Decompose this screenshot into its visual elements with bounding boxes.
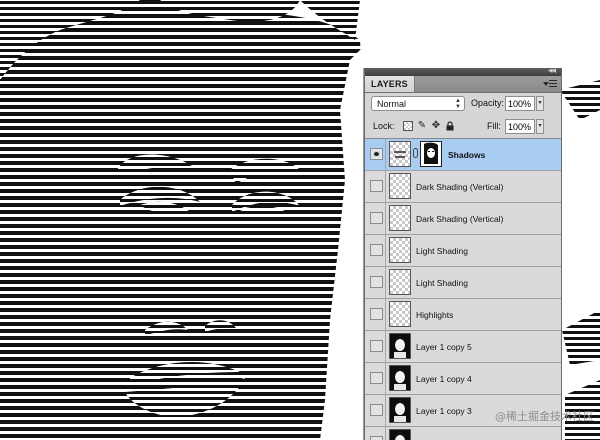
visibility-eye-icon[interactable] <box>370 308 383 320</box>
tab-layers[interactable]: LAYERS <box>365 76 415 92</box>
layer-thumbnail[interactable] <box>389 365 411 391</box>
lock-label: Lock: <box>373 121 395 131</box>
layer-thumbnail[interactable] <box>389 397 411 423</box>
layer-name: Light Shading <box>416 278 468 288</box>
blend-mode-value: Normal <box>377 99 407 109</box>
visibility-eye-icon[interactable] <box>370 212 383 224</box>
opacity-slider-toggle[interactable]: ▾ <box>536 96 544 111</box>
layer-row[interactable]: Light Shading <box>365 235 561 267</box>
layer-thumbnail[interactable] <box>389 269 411 295</box>
row-divider <box>385 203 386 235</box>
lock-all-icon[interactable] <box>445 121 455 131</box>
layer-row[interactable]: Shadows <box>365 139 561 171</box>
panel-tab-bar: LAYERS <box>365 76 561 93</box>
layer-thumbnail[interactable] <box>389 301 411 327</box>
layer-row[interactable]: Dark Shading (Vertical) <box>365 171 561 203</box>
row-divider <box>385 331 386 363</box>
collapse-icon[interactable]: ◂◂ <box>548 68 556 76</box>
blend-mode-select[interactable]: Normal ▲ ▼ <box>371 96 465 111</box>
row-divider <box>385 171 386 203</box>
visibility-eye-icon[interactable] <box>370 436 383 440</box>
select-arrows-icon: ▲ ▼ <box>455 98 461 110</box>
layer-name: Layer 1 copy 2 <box>416 427 472 440</box>
visibility-eye-icon[interactable] <box>370 244 383 256</box>
layer-mask-thumbnail[interactable] <box>420 141 442 167</box>
layer-row[interactable]: Dark Shading (Vertical) <box>365 203 561 235</box>
layer-row[interactable]: Layer 1 copy 4 <box>365 363 561 395</box>
visibility-eye-icon[interactable] <box>370 148 383 160</box>
lock-row: Lock: ✎ ✥ Fill: 100% ▾ <box>365 116 561 139</box>
row-divider <box>385 235 386 267</box>
layer-thumbnail[interactable] <box>389 141 411 167</box>
layer-thumbnail[interactable] <box>389 429 411 440</box>
layer-name: Layer 1 copy 3 <box>416 406 472 416</box>
visibility-eye-icon[interactable] <box>370 404 383 416</box>
fill-label: Fill: <box>487 121 501 131</box>
opacity-label: Opacity: <box>471 98 505 108</box>
layer-name: Dark Shading (Vertical) <box>416 182 504 192</box>
row-divider <box>385 395 386 427</box>
layer-thumbnail[interactable] <box>389 205 411 231</box>
visibility-eye-icon[interactable] <box>370 372 383 384</box>
panel-menu-icon[interactable] <box>543 79 557 89</box>
layer-name: Light Shading <box>416 246 468 256</box>
visibility-eye-icon[interactable] <box>370 276 383 288</box>
layer-row[interactable]: Light Shading <box>365 267 561 299</box>
fill-input[interactable]: 100% <box>505 119 535 134</box>
row-divider <box>385 299 386 331</box>
layer-thumbnail[interactable] <box>389 173 411 199</box>
opacity-input[interactable]: 100% <box>505 96 535 111</box>
layer-name: Highlights <box>416 310 454 320</box>
watermark-text: @稀土掘金技术社区 <box>495 410 594 423</box>
row-divider <box>385 139 386 171</box>
lock-transparent-icon[interactable] <box>403 121 413 131</box>
layer-thumbnail[interactable] <box>389 237 411 263</box>
layer-name: Layer 1 copy 4 <box>416 374 472 384</box>
layer-thumbnail[interactable] <box>389 333 411 359</box>
layer-name: Layer 1 copy 5 <box>416 342 472 352</box>
layer-row[interactable]: Layer 1 copy 5 <box>365 331 561 363</box>
layer-row[interactable]: Highlights <box>365 299 561 331</box>
panel-titlebar[interactable]: ◂◂ <box>365 68 561 76</box>
lock-paint-brush-icon[interactable]: ✎ <box>417 121 427 131</box>
blend-row: Normal ▲ ▼ Opacity: 100% ▾ <box>365 93 561 115</box>
visibility-eye-icon[interactable] <box>370 340 383 352</box>
link-chain-icon[interactable] <box>413 148 418 158</box>
fill-slider-toggle[interactable]: ▾ <box>536 119 544 134</box>
row-divider <box>385 363 386 395</box>
layers-panel: ◂◂ LAYERS Normal ▲ ▼ Opacity: 100% ▾ Lock… <box>364 68 562 440</box>
visibility-eye-icon[interactable] <box>370 180 383 192</box>
layer-name: Shadows <box>448 150 486 160</box>
row-divider <box>385 427 386 440</box>
layer-row[interactable]: Layer 1 copy 2 <box>365 427 561 440</box>
layer-list: Shadows Dark Shading (Vertical) Dark Shadi… <box>365 139 561 440</box>
layer-name: Dark Shading (Vertical) <box>416 214 504 224</box>
row-divider <box>385 267 386 299</box>
lock-position-move-icon[interactable]: ✥ <box>431 121 441 131</box>
